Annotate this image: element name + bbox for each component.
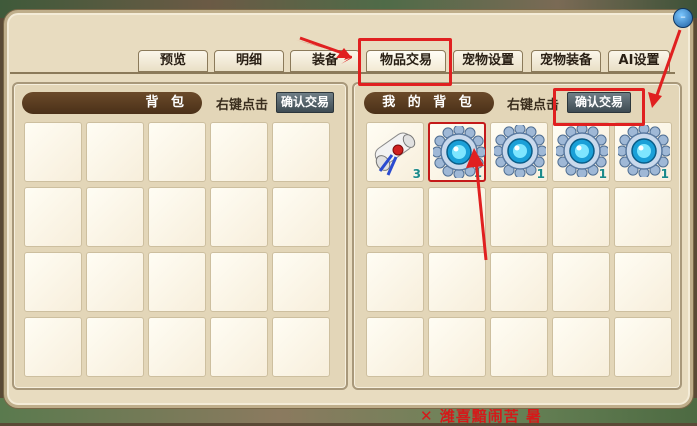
arrow-to-gem-shaft	[474, 159, 488, 261]
annotation-arrows	[296, 29, 682, 261]
arrow-to-confirm-shaft	[654, 29, 682, 99]
arrow-to-confirm-head	[648, 92, 662, 108]
arrow-to-gem-head	[466, 148, 484, 168]
